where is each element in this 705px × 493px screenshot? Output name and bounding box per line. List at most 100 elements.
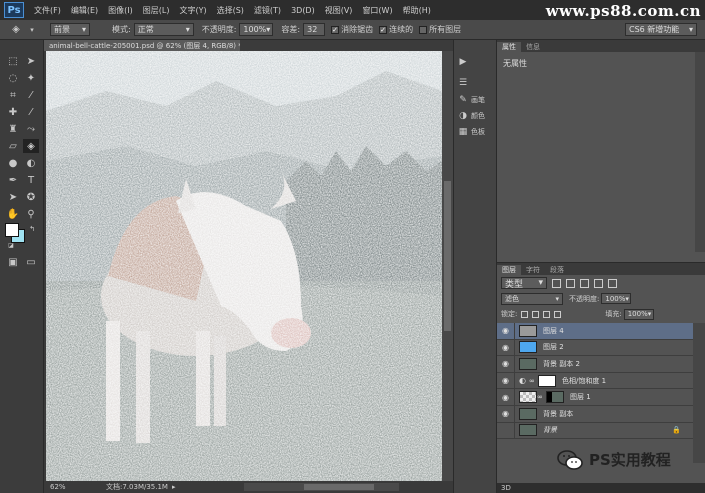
tab-properties[interactable]: 属性 bbox=[497, 42, 521, 52]
lock-position-icon[interactable] bbox=[543, 310, 551, 318]
healing-icon[interactable]: ✚ bbox=[5, 105, 21, 119]
swatches-label: 色板 bbox=[471, 128, 485, 136]
crop-icon[interactable]: ⌗ bbox=[5, 88, 21, 102]
horizontal-scroll-thumb[interactable] bbox=[304, 484, 374, 490]
layer-row[interactable]: ◉ ◐ ∞ 色相/饱和度 1 bbox=[497, 372, 693, 390]
filter-pixel-icon[interactable] bbox=[552, 278, 561, 288]
lasso-icon[interactable]: ◌ bbox=[5, 71, 21, 85]
marquee-icon[interactable]: ⬚ bbox=[5, 54, 21, 68]
eye-icon[interactable]: ◉ bbox=[497, 372, 515, 389]
history-panel-button[interactable]: ☰ bbox=[458, 77, 471, 89]
history-brush-icon[interactable]: ⤳ bbox=[23, 122, 39, 136]
paint-bucket-icon[interactable]: ◈ bbox=[23, 139, 39, 153]
filter-shape-icon[interactable] bbox=[594, 278, 603, 288]
contiguous-checkbox[interactable]: ✓ bbox=[379, 25, 388, 34]
eye-hidden-icon[interactable] bbox=[497, 422, 515, 439]
filter-smart-icon[interactable] bbox=[608, 278, 617, 288]
layer-row[interactable]: ◉ 图层 4 bbox=[497, 322, 693, 340]
tab-character[interactable]: 字符 bbox=[521, 265, 545, 275]
lock-transparent-icon[interactable] bbox=[521, 310, 529, 318]
eye-icon[interactable]: ◉ bbox=[497, 322, 515, 339]
tab-info[interactable]: 信息 bbox=[521, 42, 545, 52]
swap-colors-icon[interactable]: ↰ bbox=[24, 222, 40, 236]
quick-mask-icon[interactable]: ▣ bbox=[5, 255, 21, 269]
hand-icon[interactable]: ✋ bbox=[5, 207, 21, 221]
tab-3d[interactable]: 3D bbox=[497, 483, 705, 493]
menu-file[interactable]: 文件(F) bbox=[34, 5, 61, 16]
menu-view[interactable]: 视图(V) bbox=[325, 5, 353, 16]
shape-icon[interactable]: ✪ bbox=[23, 190, 39, 204]
layer-row[interactable]: ◉ 图层 2 bbox=[497, 339, 693, 357]
fill-source-value: 前景 bbox=[54, 25, 70, 34]
tool-preset-chevron-icon[interactable]: ▾ bbox=[24, 23, 40, 37]
blend-mode-select[interactable]: 滤色 ▾ bbox=[501, 292, 563, 305]
layer-row[interactable]: 背景 🔒 bbox=[497, 422, 693, 440]
eye-icon[interactable]: ◉ bbox=[497, 405, 515, 422]
paint-bucket-icon[interactable]: ◈ bbox=[8, 23, 24, 37]
antialias-checkbox[interactable]: ✓ bbox=[331, 25, 340, 34]
vertical-scrollbar[interactable] bbox=[442, 51, 453, 481]
zoom-icon[interactable]: ⚲ bbox=[23, 207, 39, 221]
workspace-select[interactable]: CS6 新增功能 ▾ bbox=[625, 23, 697, 36]
adjust-icon: ◑ bbox=[459, 111, 467, 121]
brush-icon[interactable]: ⁄ bbox=[23, 105, 39, 119]
lock-pixels-icon[interactable] bbox=[532, 310, 540, 318]
layer-filter-select[interactable]: 类型 ▾ bbox=[501, 277, 547, 290]
move-icon[interactable]: ➤ bbox=[23, 54, 39, 68]
magic-wand-icon[interactable]: ✦ bbox=[23, 71, 39, 85]
photoshop-logo[interactable]: Ps bbox=[4, 2, 24, 18]
menu-image[interactable]: 图像(I) bbox=[108, 5, 133, 16]
actions-panel-button[interactable]: ▶ bbox=[458, 56, 471, 68]
layers-scrollbar[interactable] bbox=[693, 323, 705, 463]
collapsed-panel-strip: ▶ ☰ ✎ 画笔 ◑ 颜色 ▦ 色板 bbox=[453, 40, 497, 493]
screen-mode-icon[interactable]: ▭ bbox=[23, 255, 39, 269]
path-select-icon[interactable]: ➤ bbox=[5, 190, 21, 204]
menu-edit[interactable]: 编辑(E) bbox=[71, 5, 98, 16]
menu-help[interactable]: 帮助(H) bbox=[403, 5, 431, 16]
layer-row[interactable]: ◉ 背景 副本 2 bbox=[497, 355, 693, 373]
chevron-right-icon[interactable]: ▸ bbox=[172, 483, 176, 491]
default-colors-icon[interactable]: ◪ bbox=[3, 238, 19, 252]
eyedropper-icon[interactable]: ⁄ bbox=[23, 88, 39, 102]
color-panel-button[interactable]: ◑ 颜色 bbox=[458, 110, 485, 122]
document-title: animal-bell-cattle-205001.psd @ 62% (图层 … bbox=[49, 41, 240, 50]
document-tab[interactable]: animal-bell-cattle-205001.psd @ 62% (图层 … bbox=[44, 40, 240, 51]
all-layers-checkbox[interactable] bbox=[419, 25, 428, 34]
blur-icon[interactable]: ● bbox=[5, 156, 21, 170]
type-icon[interactable]: T bbox=[23, 173, 39, 187]
menu-type[interactable]: 文字(Y) bbox=[179, 5, 206, 16]
horizontal-scrollbar[interactable] bbox=[244, 483, 399, 491]
eraser-icon[interactable]: ▱ bbox=[5, 139, 21, 153]
menu-filter[interactable]: 滤镜(T) bbox=[254, 5, 281, 16]
dodge-icon[interactable]: ◐ bbox=[23, 156, 39, 170]
tab-layers[interactable]: 图层 bbox=[497, 265, 521, 275]
properties-scrollbar[interactable] bbox=[695, 52, 705, 252]
layer-opacity-input[interactable]: 100% ▾ bbox=[601, 293, 632, 304]
stamp-icon[interactable]: ♜ bbox=[5, 122, 21, 136]
foreground-color-swatch[interactable] bbox=[5, 223, 19, 237]
menu-3d[interactable]: 3D(D) bbox=[291, 6, 315, 15]
zoom-level[interactable]: 62% bbox=[50, 483, 76, 491]
menu-layer[interactable]: 图层(L) bbox=[143, 5, 170, 16]
pen-icon[interactable]: ✒ bbox=[5, 173, 21, 187]
menu-select[interactable]: 选择(S) bbox=[217, 5, 244, 16]
vertical-scroll-thumb[interactable] bbox=[444, 181, 451, 331]
eye-icon[interactable]: ◉ bbox=[497, 355, 515, 372]
layer-row[interactable]: ◉ 背景 副本 bbox=[497, 405, 693, 423]
menu-window[interactable]: 窗口(W) bbox=[362, 5, 392, 16]
mode-select[interactable]: 正常 ▾ bbox=[133, 23, 194, 36]
tolerance-input[interactable]: 32 bbox=[303, 23, 326, 36]
filter-type-icon[interactable] bbox=[580, 278, 589, 288]
layer-row[interactable]: ◉ ∞ 图层 1 bbox=[497, 389, 693, 406]
fill-input[interactable]: 100% ▾ bbox=[623, 308, 654, 320]
lock-all-icon[interactable] bbox=[554, 310, 562, 318]
opacity-input[interactable]: 100% ▾ bbox=[239, 23, 274, 36]
eye-icon[interactable]: ◉ bbox=[497, 389, 515, 406]
tab-paragraph[interactable]: 段落 bbox=[545, 265, 569, 275]
brush-panel-button[interactable]: ✎ 画笔 bbox=[458, 94, 485, 106]
swatches-panel-button[interactable]: ▦ 色板 bbox=[458, 126, 485, 138]
fill-source-select[interactable]: 前景 ▾ bbox=[50, 23, 90, 36]
filter-adjustment-icon[interactable] bbox=[566, 278, 575, 288]
canvas[interactable] bbox=[46, 51, 442, 481]
eye-icon[interactable]: ◉ bbox=[497, 339, 515, 356]
